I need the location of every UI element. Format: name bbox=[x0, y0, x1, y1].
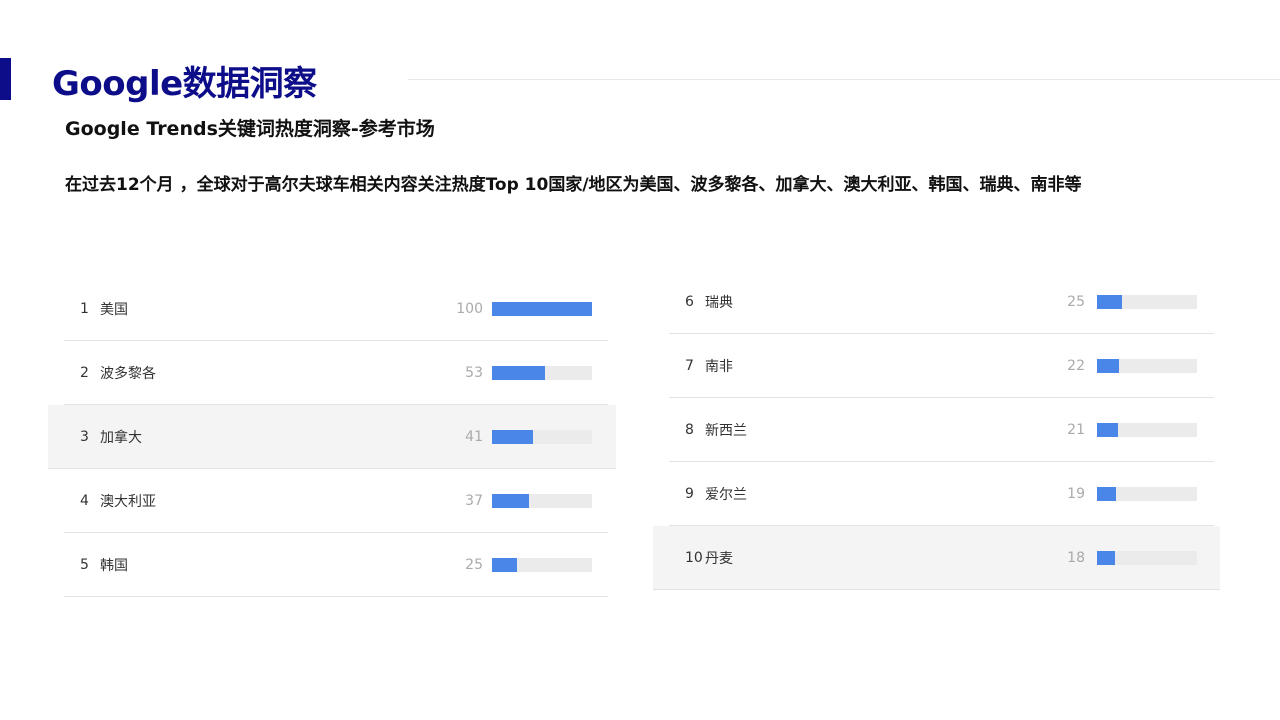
value-label: 53 bbox=[465, 364, 483, 381]
rank-number: 6 bbox=[685, 293, 694, 310]
ranking-row: 3 加拿大 41 bbox=[48, 405, 616, 469]
country-label: 美国 bbox=[100, 301, 128, 318]
bar-track bbox=[492, 429, 592, 444]
page-title: Google数据洞察 bbox=[52, 64, 317, 104]
ranking-row: 9 爱尔兰 19 bbox=[669, 462, 1214, 526]
rank-number: 10 bbox=[685, 549, 703, 566]
value-label: 22 bbox=[1067, 357, 1085, 374]
country-label: 瑞典 bbox=[705, 294, 733, 311]
bar bbox=[492, 429, 533, 444]
ranking-table-left: 1 美国 100 2 波多黎各 53 3 加拿大 41 4 澳大利亚 37 5 韩国 25 bbox=[48, 277, 616, 597]
title-accent-bar bbox=[0, 58, 11, 100]
value-label: 100 bbox=[456, 300, 483, 317]
ranking-row: 7 南非 22 bbox=[669, 334, 1214, 398]
bar-track bbox=[492, 557, 592, 572]
bar-track bbox=[492, 365, 592, 380]
ranking-row: 6 瑞典 25 bbox=[669, 270, 1214, 334]
ranking-row: 5 韩国 25 bbox=[64, 533, 608, 597]
country-label: 爱尔兰 bbox=[705, 486, 747, 503]
bar bbox=[1097, 358, 1119, 373]
country-label: 加拿大 bbox=[100, 429, 142, 446]
rank-number: 8 bbox=[685, 421, 694, 438]
value-label: 37 bbox=[465, 492, 483, 509]
ranking-row: 8 新西兰 21 bbox=[669, 398, 1214, 462]
country-label: 南非 bbox=[705, 358, 733, 375]
value-label: 41 bbox=[465, 428, 483, 445]
rank-number: 7 bbox=[685, 357, 694, 374]
country-label: 新西兰 bbox=[705, 422, 747, 439]
bar bbox=[492, 493, 529, 508]
country-label: 澳大利亚 bbox=[100, 493, 156, 510]
bar bbox=[492, 301, 592, 316]
page-subtitle: Google Trends关键词热度洞察-参考市场 bbox=[65, 118, 435, 140]
rank-number: 2 bbox=[80, 364, 89, 381]
value-label: 18 bbox=[1067, 549, 1085, 566]
ranking-row: 10 丹麦 18 bbox=[653, 526, 1220, 590]
value-label: 21 bbox=[1067, 421, 1085, 438]
bar-track bbox=[1097, 550, 1197, 565]
country-label: 波多黎各 bbox=[100, 365, 156, 382]
country-label: 韩国 bbox=[100, 557, 128, 574]
bar bbox=[492, 365, 545, 380]
ranking-row: 1 美国 100 bbox=[64, 277, 608, 341]
bar-track bbox=[1097, 358, 1197, 373]
country-label: 丹麦 bbox=[705, 550, 733, 567]
value-label: 19 bbox=[1067, 485, 1085, 502]
ranking-row: 2 波多黎各 53 bbox=[64, 341, 608, 405]
value-label: 25 bbox=[465, 556, 483, 573]
summary-text: 在过去12个月 ，全球对于高尔夫球车相关内容关注热度Top 10国家/地区为美国… bbox=[65, 175, 1082, 195]
bar-track bbox=[1097, 486, 1197, 501]
ranking-table-right: 6 瑞典 25 7 南非 22 8 新西兰 21 9 爱尔兰 19 10 丹麦 18 bbox=[653, 270, 1220, 590]
ranking-row: 4 澳大利亚 37 bbox=[64, 469, 608, 533]
bar bbox=[1097, 294, 1122, 309]
value-label: 25 bbox=[1067, 293, 1085, 310]
rank-number: 5 bbox=[80, 556, 89, 573]
title-divider bbox=[408, 79, 1280, 80]
rank-number: 3 bbox=[80, 428, 89, 445]
bar-track bbox=[492, 493, 592, 508]
bar bbox=[492, 557, 517, 572]
rank-number: 4 bbox=[80, 492, 89, 509]
bar-track bbox=[1097, 422, 1197, 437]
bar bbox=[1097, 486, 1116, 501]
bar bbox=[1097, 550, 1115, 565]
rank-number: 9 bbox=[685, 485, 694, 502]
bar-track bbox=[1097, 294, 1197, 309]
bar bbox=[1097, 422, 1118, 437]
rank-number: 1 bbox=[80, 300, 89, 317]
bar-track bbox=[492, 301, 592, 316]
